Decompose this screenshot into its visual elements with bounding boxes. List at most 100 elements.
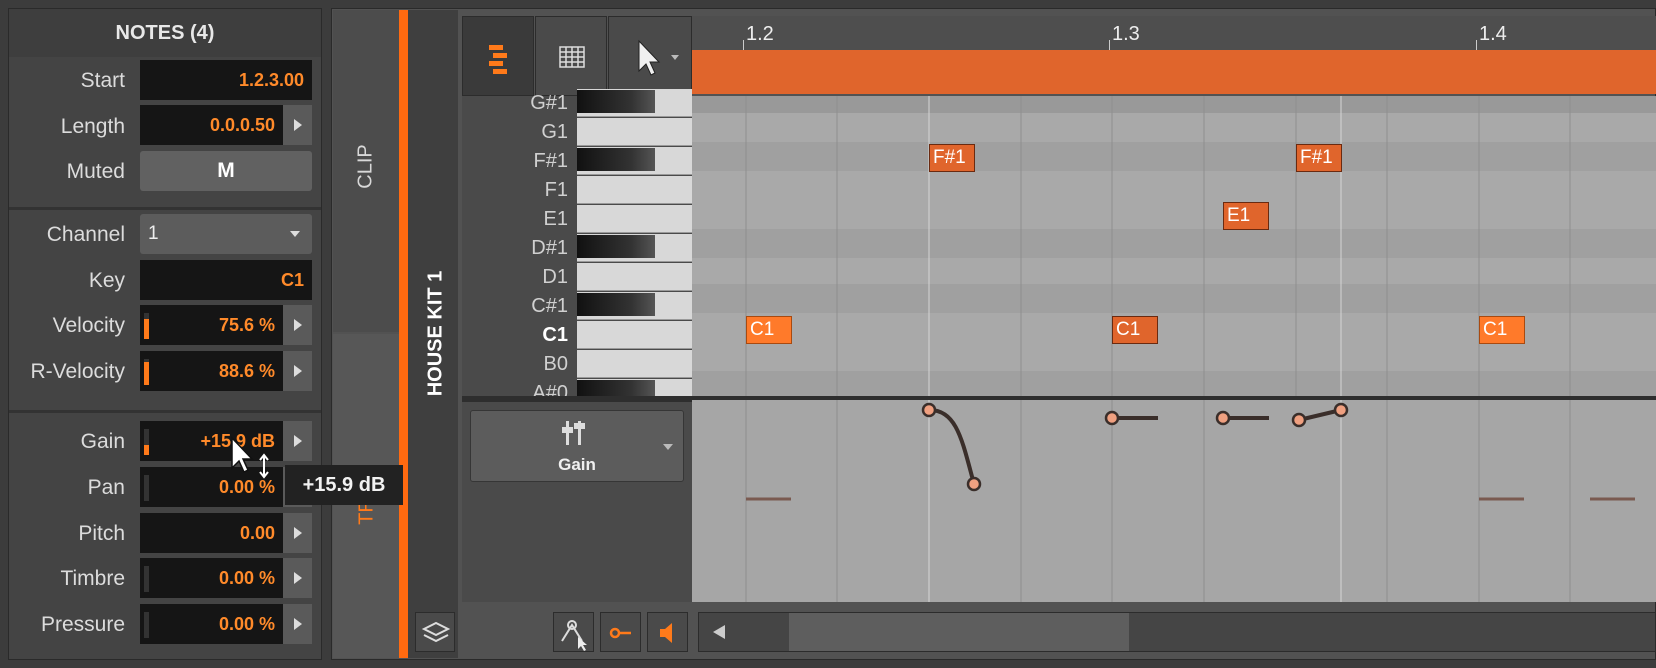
length-field[interactable]: 0.0.0.50 xyxy=(140,105,283,145)
piano-key[interactable] xyxy=(577,321,692,349)
speaker-icon xyxy=(660,623,672,643)
piano-key[interactable] xyxy=(577,350,692,378)
gain-label: Gain xyxy=(80,430,125,453)
piano-black-key[interactable] xyxy=(577,235,655,258)
automation-parameter-selector[interactable]: Gain xyxy=(470,410,684,482)
timeline-marker: 1.3 xyxy=(1112,23,1140,45)
timbre-field[interactable]: 0.00 % xyxy=(140,558,283,598)
length-expand-button[interactable] xyxy=(283,105,312,145)
pan-label: Pan xyxy=(87,476,125,499)
key-tool-icon xyxy=(609,627,631,639)
piano-key-label: G1 xyxy=(541,121,568,143)
piano-key[interactable] xyxy=(577,263,692,291)
expand-arrow-icon xyxy=(293,527,302,539)
piano-black-key[interactable] xyxy=(577,148,655,171)
midi-note[interactable]: C1 xyxy=(1479,316,1525,344)
pressure-label: Pressure xyxy=(40,613,125,636)
midi-note[interactable]: E1 xyxy=(1223,202,1269,230)
start-field[interactable]: 1.2.3.00 xyxy=(140,60,312,100)
track-color-strip xyxy=(399,10,408,658)
midi-note[interactable]: C1 xyxy=(746,316,792,344)
layers-icon xyxy=(421,621,451,643)
release-velocity-field[interactable]: 88.6 % xyxy=(140,351,283,391)
chevron-down-icon xyxy=(663,444,673,450)
scroll-left-icon[interactable] xyxy=(713,625,725,639)
layers-button[interactable] xyxy=(415,612,455,652)
piano-roll-icon xyxy=(489,45,507,74)
key-tool-button[interactable] xyxy=(600,612,641,652)
piano-key[interactable] xyxy=(577,176,692,204)
midi-note[interactable]: F#1 xyxy=(1296,144,1342,172)
timeline-marker: 1.4 xyxy=(1479,23,1507,45)
piano-key-label: C#1 xyxy=(531,295,568,317)
piano-key-label: C1 xyxy=(542,324,568,346)
timbre-meter xyxy=(144,566,149,592)
piano-key-label: B0 xyxy=(543,353,568,375)
pressure-field[interactable]: 0.00 % xyxy=(140,604,283,644)
chevron-down-icon xyxy=(290,231,300,237)
piano-roll-view-button[interactable] xyxy=(462,16,534,96)
envelope-tool-button[interactable] xyxy=(553,612,594,652)
piano-key-label: D1 xyxy=(542,266,568,288)
velocity-value: 75.6 % xyxy=(218,314,275,335)
channel-dropdown[interactable]: 1 xyxy=(140,214,312,254)
horizontal-scrollbar[interactable] xyxy=(698,612,1656,652)
piano-key-label: F#1 xyxy=(533,150,568,172)
envelope-tool-icon xyxy=(561,620,587,651)
start-label: Start xyxy=(80,69,125,92)
midi-note[interactable]: F#1 xyxy=(929,144,975,172)
channel-label: Channel xyxy=(46,223,125,246)
piano-key-label: G#1 xyxy=(530,92,568,114)
midi-note[interactable]: C1 xyxy=(1112,316,1158,344)
muted-label: Muted xyxy=(66,160,125,183)
piano-black-key[interactable] xyxy=(577,293,655,316)
expand-arrow-icon xyxy=(293,572,302,584)
divider xyxy=(9,207,321,210)
release-velocity-meter xyxy=(144,359,149,385)
scrollbar-thumb[interactable] xyxy=(789,613,1129,651)
automation-lane[interactable] xyxy=(692,400,1656,602)
inspector-title: NOTES (4) xyxy=(9,9,321,57)
mouse-cursor-icon xyxy=(231,436,269,479)
pressure-expand-button[interactable] xyxy=(283,604,312,644)
velocity-expand-button[interactable] xyxy=(283,305,312,345)
release-velocity-value: 88.6 % xyxy=(218,360,275,381)
release-velocity-label: R-Velocity xyxy=(30,360,125,383)
expand-arrow-icon xyxy=(293,618,302,630)
expand-arrow-icon xyxy=(293,435,302,447)
piano-key[interactable] xyxy=(577,118,692,146)
gain-meter xyxy=(144,429,149,455)
velocity-field[interactable]: 75.6 % xyxy=(140,305,283,345)
timeline-ruler[interactable] xyxy=(692,16,1656,50)
key-label: Key xyxy=(88,269,125,292)
clip-region-bar[interactable] xyxy=(692,50,1656,94)
clip-tab-label: CLIP xyxy=(354,144,377,189)
value-tooltip: +15.9 dB xyxy=(285,465,403,505)
note-grid[interactable]: C1 F#1 C1 E1 F#1 C1 xyxy=(692,96,1656,396)
mixer-fader-icon xyxy=(562,421,585,445)
audition-button[interactable] xyxy=(647,612,688,652)
pointer-tool-button[interactable] xyxy=(608,16,692,96)
grid-view-button[interactable] xyxy=(535,16,607,96)
automation-parameter-label: Gain xyxy=(558,455,596,474)
length-label: Length xyxy=(60,115,125,138)
pressure-meter xyxy=(144,612,149,638)
piano-key-label: F1 xyxy=(544,179,568,201)
gain-automation-curves xyxy=(745,400,1635,602)
piano-key[interactable] xyxy=(577,205,692,233)
pan-meter xyxy=(144,475,149,501)
pitch-expand-button[interactable] xyxy=(283,513,312,553)
pointer-tool-icon xyxy=(638,39,679,76)
grid-icon xyxy=(559,46,585,68)
timbre-expand-button[interactable] xyxy=(283,558,312,598)
release-velocity-expand-button[interactable] xyxy=(283,351,312,391)
key-field[interactable]: C1 xyxy=(140,260,312,300)
divider xyxy=(9,410,321,413)
mute-button[interactable]: M xyxy=(140,151,312,191)
expand-arrow-icon xyxy=(293,365,302,377)
piano-black-key[interactable] xyxy=(577,90,655,113)
pitch-field[interactable]: 0.00 xyxy=(140,513,283,553)
gain-expand-button[interactable] xyxy=(283,421,312,461)
expand-arrow-icon xyxy=(293,119,302,131)
pressure-value: 0.00 % xyxy=(218,613,275,634)
